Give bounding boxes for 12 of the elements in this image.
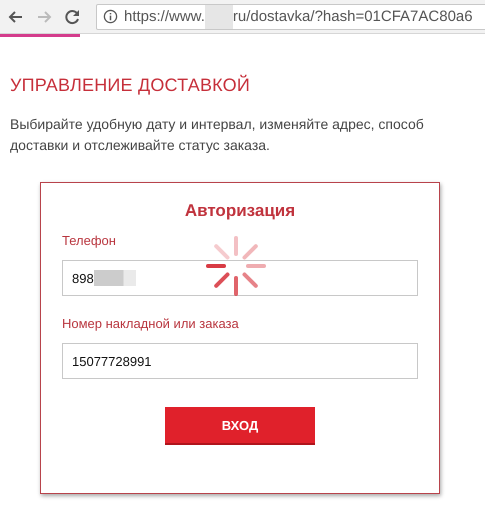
login-button[interactable]: ВХОД xyxy=(165,407,315,445)
redacted-block xyxy=(204,4,233,28)
input-field[interactable]: 898 xyxy=(62,260,418,296)
info-icon[interactable] xyxy=(103,9,118,24)
input-field[interactable]: 15077728991 xyxy=(62,343,418,379)
address-field[interactable]: https://www. ru/dostavka/?hash=01CFA7AC80a6 xyxy=(96,4,485,30)
field-label: Номер накладной или заказа xyxy=(62,316,239,331)
page-heading: УПРАВЛЕНИЕ ДОСТАВКОЙ xyxy=(10,75,250,96)
form-title: Авторизация xyxy=(184,201,296,221)
description-text: Выбирайте удобную дату и интервал, изменяйте адрес, способ доставки и отслеживайте статус заказа. xyxy=(10,115,425,155)
field-label: Телефон xyxy=(62,233,116,248)
redacted-block xyxy=(94,270,136,286)
